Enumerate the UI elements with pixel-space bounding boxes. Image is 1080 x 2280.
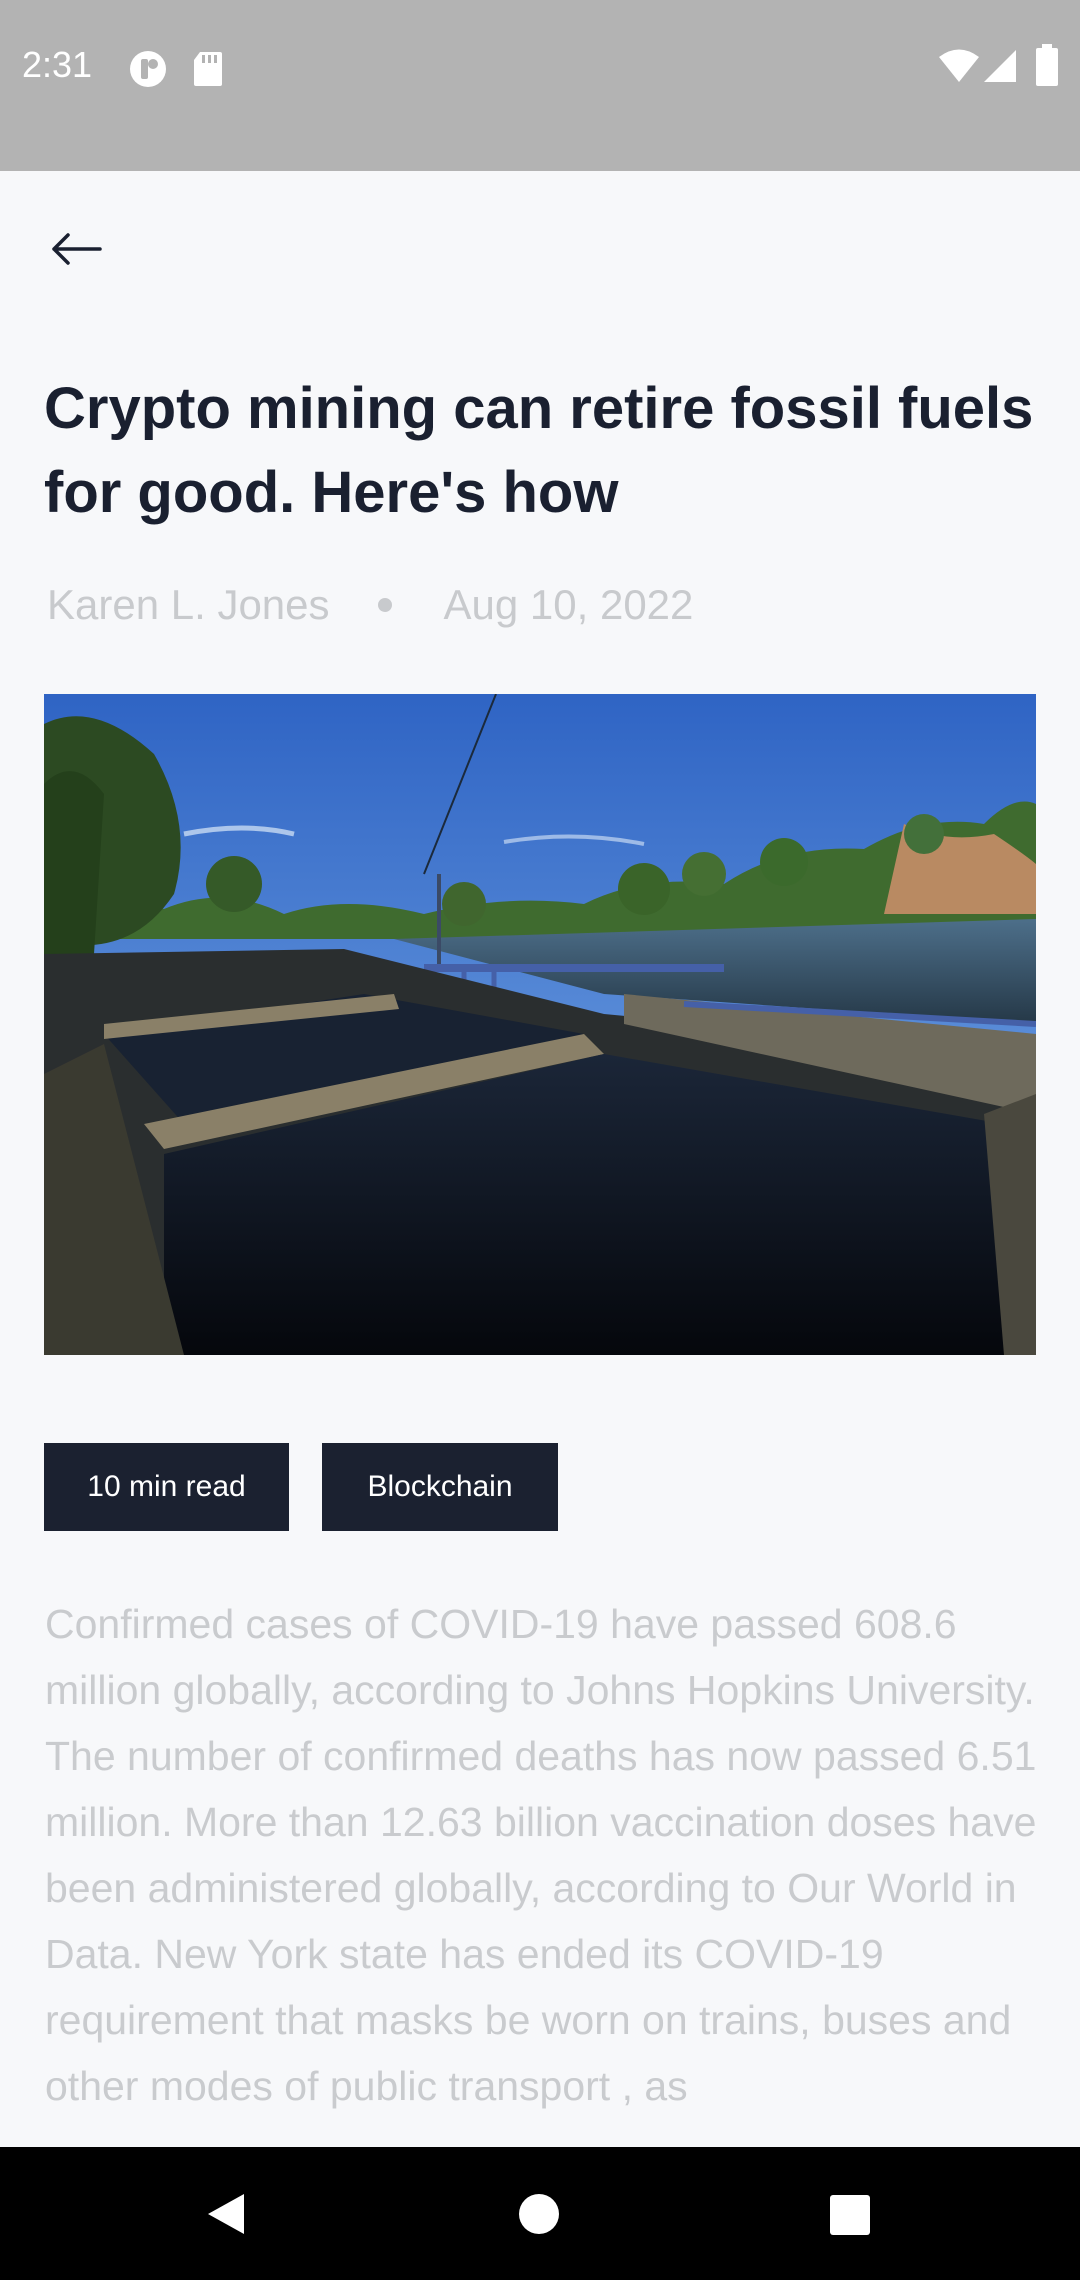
wifi-icon bbox=[939, 49, 979, 82]
author-name: Karen L. Jones bbox=[47, 581, 330, 628]
status-time: 2:31 bbox=[22, 44, 93, 85]
article-meta: Karen L. Jones Aug 10, 2022 bbox=[47, 581, 693, 629]
back-button[interactable] bbox=[36, 219, 116, 279]
battery-icon bbox=[1036, 44, 1058, 86]
notification-app-icon bbox=[130, 51, 166, 87]
status-bar: 2:31 bbox=[0, 0, 1080, 171]
article-screen: Crypto mining can retire fossil fuels fo… bbox=[0, 171, 1080, 2147]
back-triangle-icon[interactable] bbox=[204, 2192, 248, 2236]
read-time-tag[interactable]: 10 min read bbox=[44, 1443, 289, 1531]
separator-dot bbox=[377, 598, 392, 612]
category-tag[interactable]: Blockchain bbox=[322, 1443, 558, 1531]
publish-date: Aug 10, 2022 bbox=[443, 581, 694, 628]
sd-card-icon bbox=[194, 52, 222, 86]
home-circle-icon[interactable] bbox=[518, 2193, 560, 2235]
article-title: Crypto mining can retire fossil fuels fo… bbox=[44, 376, 1034, 525]
article-body: Confirmed cases of COVID-19 have passed … bbox=[45, 1601, 1037, 2109]
recents-square-icon[interactable] bbox=[829, 2194, 871, 2236]
article-hero-image bbox=[44, 694, 1036, 1355]
cell-signal-icon bbox=[984, 50, 1016, 82]
arrow-left-icon bbox=[52, 233, 102, 265]
system-nav-bar bbox=[0, 2147, 1080, 2280]
